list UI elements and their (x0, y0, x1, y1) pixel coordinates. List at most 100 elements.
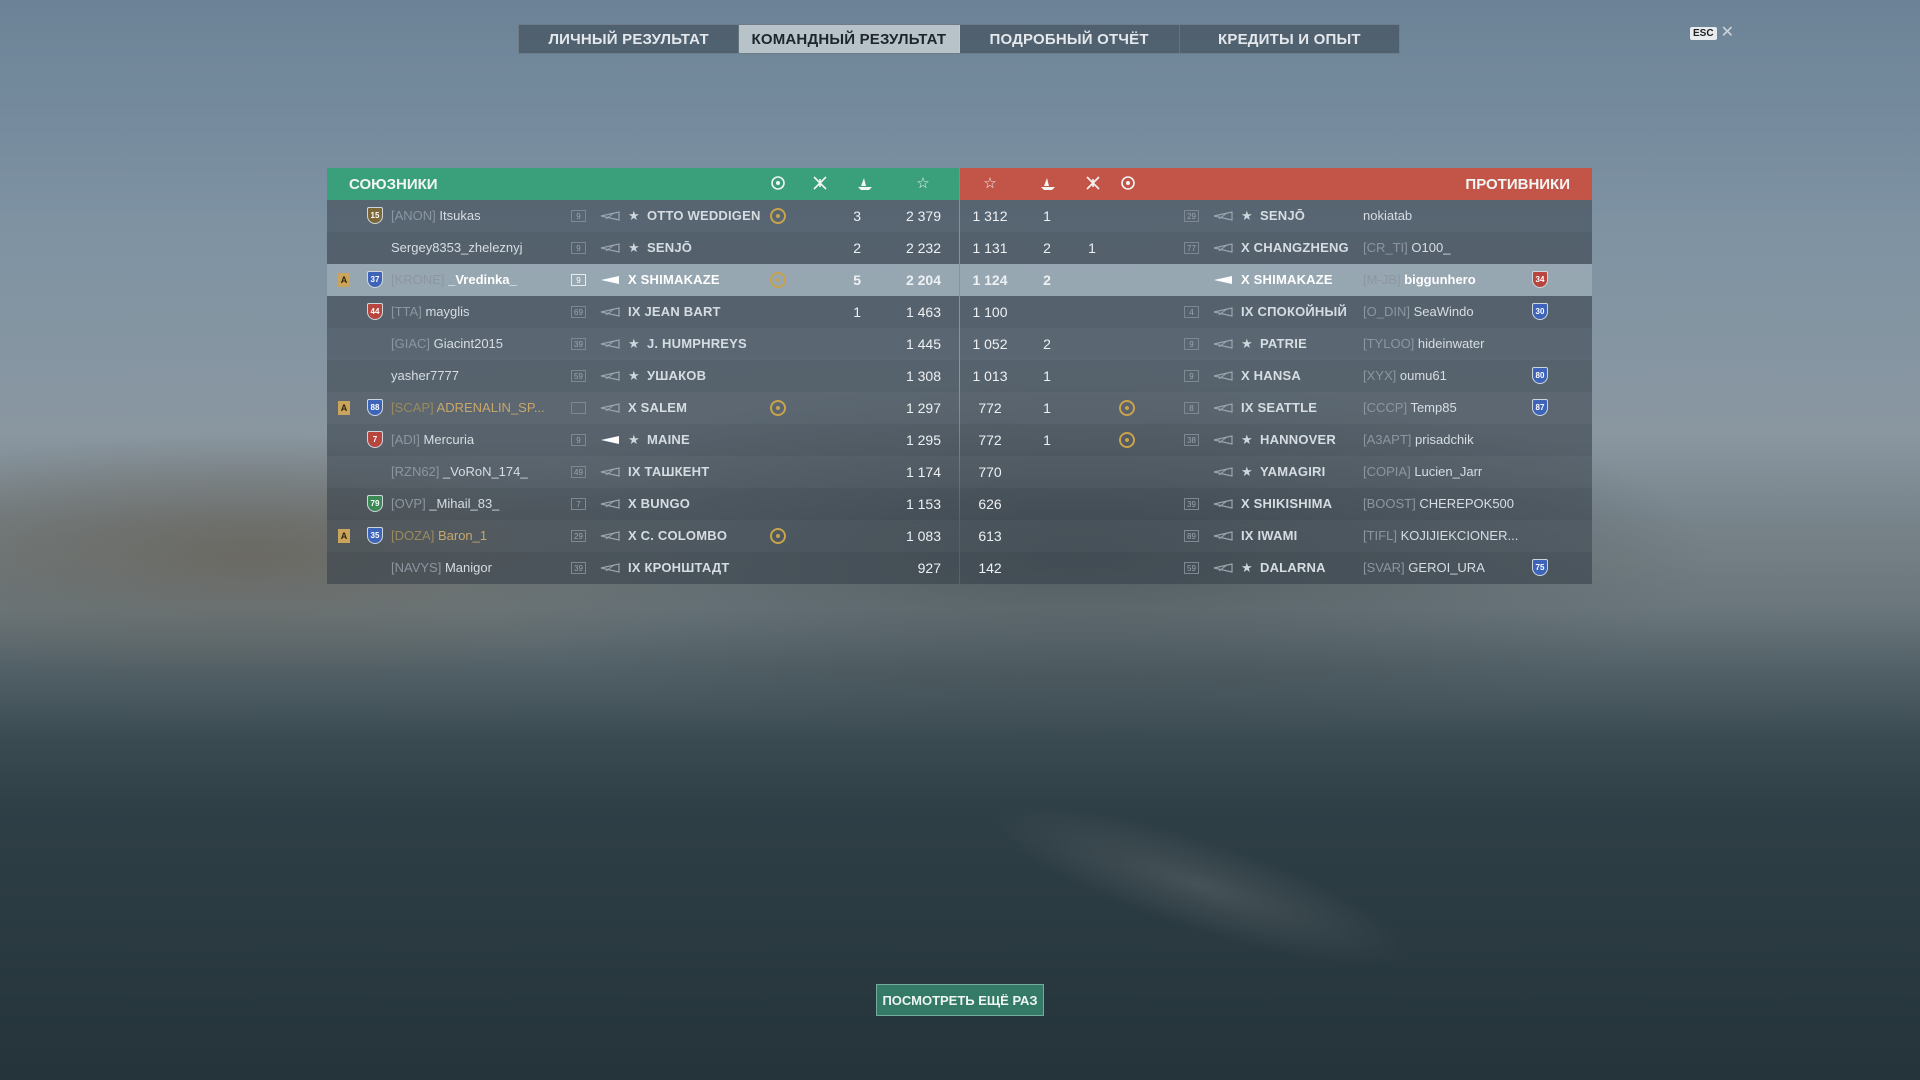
player-name: KOJIJIEKCIONER... (1400, 528, 1519, 543)
table-row[interactable]: [NAVYS] Manigor 39 IX КРОНШТАДТ 927 142 59 ★ DA… (327, 552, 1592, 584)
ships-destroyed-count (817, 520, 861, 552)
enemy-player-row[interactable]: 1 131 2 1 77 X CHANGZHENG [CR_TI] O100_ (960, 232, 1592, 264)
table-row[interactable]: 7 [ADI] Mercuria 9 ★ MAINE 1 295 772 1 38 ★ HANNOV… (327, 424, 1592, 456)
ally-player-row[interactable]: 7 [ADI] Mercuria 9 ★ MAINE 1 295 (327, 424, 959, 456)
tab-personal-result[interactable]: ЛИЧНЫЙ РЕЗУЛЬТАТ (519, 25, 740, 53)
table-row[interactable]: A 35 [DOZA] Baron_1 29 X C. COLOMBO 1 083 613 8… (327, 520, 1592, 552)
table-row[interactable]: A 88 [SCAP] ADRENALIN_SP... X SALEM 1 297 772… (327, 392, 1592, 424)
planes-destroyed-count (1077, 328, 1107, 360)
ship-class-icon (600, 563, 620, 573)
table-row[interactable]: [RZN62] _VoRoN_174_ 49 IX ТАШКЕНТ 1 174 770 ★… (327, 456, 1592, 488)
laurel-medal-icon (768, 174, 788, 194)
ally-player-row[interactable]: 44 [TTA] mayglis 69 IX JEAN BART 1 1 463 (327, 296, 959, 328)
ally-player-row[interactable]: [NAVYS] Manigor 39 IX КРОНШТАДТ 927 (327, 552, 959, 584)
ship-tier-badge: 9 (1184, 338, 1199, 350)
enemy-player-row[interactable]: 1 052 2 9 ★ PATRIE [TYLOO] hideinwater (960, 328, 1592, 360)
player-name-cell: [DOZA] Baron_1 (391, 520, 487, 552)
division-badge: A (338, 273, 350, 287)
clan-tag: [TIFL] (1363, 528, 1397, 543)
enemy-player-row[interactable]: 772 1 8 IX SEATTLE [CCCP] Temp85 87 (960, 392, 1592, 424)
tab-team-result[interactable]: КОМАНДНЫЙ РЕЗУЛЬТАТ (739, 25, 960, 53)
ally-player-row[interactable]: A 35 [DOZA] Baron_1 29 X C. COLOMBO 1 083 (327, 520, 959, 552)
planes-destroyed-count: 1 (1088, 240, 1096, 256)
ally-player-row[interactable]: [GIAC] Giacint2015 39 ★ J. HUMPHREYS 1 445 (327, 328, 959, 360)
close-button[interactable]: ESC ✕ (1690, 24, 1734, 41)
enemy-player-row[interactable]: 142 59 ★ DALARNA [SVAR] GEROI_URA 75 (960, 552, 1592, 584)
planes-destroyed-count (1077, 488, 1107, 520)
enemy-player-row[interactable]: 613 89 IX IWAMI [TIFL] KOJIJIEKCIONER... (960, 520, 1592, 552)
ally-player-row[interactable]: Sergey8353_zheleznyj 9 ★ SENJŌ 2 2 232 (327, 232, 959, 264)
base-xp-value: 772 (978, 432, 1002, 448)
ally-player-row[interactable]: 15 [ANON] Itsukas 9 ★ OTTO WEDDIGEN 3 2 379 (327, 200, 959, 232)
planes-destroyed-count (1077, 392, 1107, 424)
ship-class-icon (600, 371, 620, 381)
player-name: yasher7777 (391, 368, 459, 383)
ally-player-row[interactable]: A 37 [KRONE] _Vredinka_ 9 X SHIMAKAZE 5 2 204 (327, 264, 959, 296)
ship-name: SENJŌ (1260, 208, 1306, 223)
planes-destroyed-count (1077, 296, 1107, 328)
premium-star-icon: ★ (1241, 464, 1253, 479)
table-row[interactable]: 44 [TTA] mayglis 69 IX JEAN BART 1 1 463 1 100… (327, 296, 1592, 328)
ships-destroyed-icon (855, 174, 875, 194)
planes-destroyed-count (1077, 360, 1107, 392)
ships-destroyed-count: 1 (1043, 400, 1051, 416)
enemy-player-row[interactable]: 770 ★ YAMAGIRI [COPIA] Lucien_Jarr (960, 456, 1592, 488)
premium-star-icon: ★ (1241, 336, 1253, 351)
player-name: _Vredinka_ (448, 272, 517, 287)
player-name-cell: [GIAC] Giacint2015 (391, 328, 503, 360)
enemy-player-row[interactable]: 626 39 X SHIKISHIMA [BOOST] CHEREPOK500 (960, 488, 1592, 520)
rank-shield-icon: 79 (367, 495, 383, 512)
planes-destroyed-count (1077, 520, 1107, 552)
table-row[interactable]: yasher7777 59 ★ УШАКОВ 1 308 1 013 1 9 X HANSA [X… (327, 360, 1592, 392)
table-row[interactable]: 79 [OVP] _Mihail_83_ 7 X BUNGO 1 153 626 39 X S… (327, 488, 1592, 520)
ally-player-row[interactable]: yasher7777 59 ★ УШАКОВ 1 308 (327, 360, 959, 392)
table-row[interactable]: Sergey8353_zheleznyj 9 ★ SENJŌ 2 2 232 1 131 2 1… (327, 232, 1592, 264)
ship-name: X BUNGO (628, 496, 691, 511)
enemy-player-row[interactable]: 1 124 2 X SHIMAKAZE [M-JB] biggunhero 34 (960, 264, 1592, 296)
ships-destroyed-count: 1 (1043, 432, 1051, 448)
ship-name: IX JEAN BART (628, 304, 721, 319)
table-row[interactable]: [GIAC] Giacint2015 39 ★ J. HUMPHREYS 1 445 1 … (327, 328, 1592, 360)
ship-name: IX IWAMI (1241, 528, 1298, 543)
watch-replay-button[interactable]: ПОСМОТРЕТЬ ЕЩЁ РАЗ (876, 984, 1044, 1016)
board-header: СОЮЗНИКИ ☆ ☆ ПРОТИВНИКИ (327, 168, 1592, 200)
rank-shield-icon: 35 (367, 527, 383, 544)
enemy-player-row[interactable]: 772 1 38 ★ HANNOVER [A3APT] prisadchik (960, 424, 1592, 456)
close-icon: ✕ (1720, 24, 1734, 41)
enemy-player-row[interactable]: 1 100 4 IX СПОКОЙНЫЙ [O_DIN] SeaWindo 30 (960, 296, 1592, 328)
ship-tier-badge: 77 (1184, 242, 1199, 254)
player-name-cell: [COPIA] Lucien_Jarr (1363, 456, 1482, 488)
player-name-cell: [SCAP] ADRENALIN_SP... (391, 392, 545, 424)
ship-class-icon (1213, 339, 1233, 349)
tab-detailed-report[interactable]: ПОДРОБНЫЙ ОТЧЁТ (960, 25, 1180, 53)
player-name: Giacint2015 (433, 336, 504, 351)
player-name: SeaWindo (1413, 304, 1474, 319)
ship-name: YAMAGIRI (1260, 464, 1326, 479)
medal-icon (770, 208, 786, 224)
base-xp-value: 613 (978, 528, 1002, 544)
ships-destroyed-count (1032, 552, 1062, 584)
clan-tag: [ADI] (391, 432, 420, 447)
rank-shield-icon: 88 (367, 399, 383, 416)
enemy-player-row[interactable]: 1 013 1 9 X HANSA [XYX] oumu61 80 (960, 360, 1592, 392)
tab-credits-xp[interactable]: КРЕДИТЫ И ОПЫТ (1180, 25, 1399, 53)
table-row[interactable]: A 37 [KRONE] _Vredinka_ 9 X SHIMAKAZE 5 2 204 1… (327, 264, 1592, 296)
player-name: nokiatab (1363, 208, 1413, 223)
table-row[interactable]: 15 [ANON] Itsukas 9 ★ OTTO WEDDIGEN 3 2 379 1 3… (327, 200, 1592, 232)
ship-name: X SHIKISHIMA (1241, 496, 1333, 511)
premium-star-icon: ★ (628, 336, 640, 351)
ships-destroyed-count (817, 392, 861, 424)
base-xp-value: 2 232 (905, 240, 941, 256)
ship-class-icon (600, 307, 620, 317)
ships-destroyed-count: 1 (1043, 368, 1051, 384)
ship-tier-badge: 9 (571, 274, 586, 286)
enemy-player-row[interactable]: 1 312 1 29 ★ SENJŌ nokiatab (960, 200, 1592, 232)
ship-name: DALARNA (1260, 560, 1326, 575)
ally-player-row[interactable]: [RZN62] _VoRoN_174_ 49 IX ТАШКЕНТ 1 174 (327, 456, 959, 488)
ally-player-row[interactable]: A 88 [SCAP] ADRENALIN_SP... X SALEM 1 297 (327, 392, 959, 424)
player-name: prisadchik (1415, 432, 1474, 447)
ships-destroyed-count: 5 (853, 272, 861, 288)
division-badge: A (338, 529, 350, 543)
ally-player-row[interactable]: 79 [OVP] _Mihail_83_ 7 X BUNGO 1 153 (327, 488, 959, 520)
laurel-medal-icon (1118, 174, 1138, 194)
